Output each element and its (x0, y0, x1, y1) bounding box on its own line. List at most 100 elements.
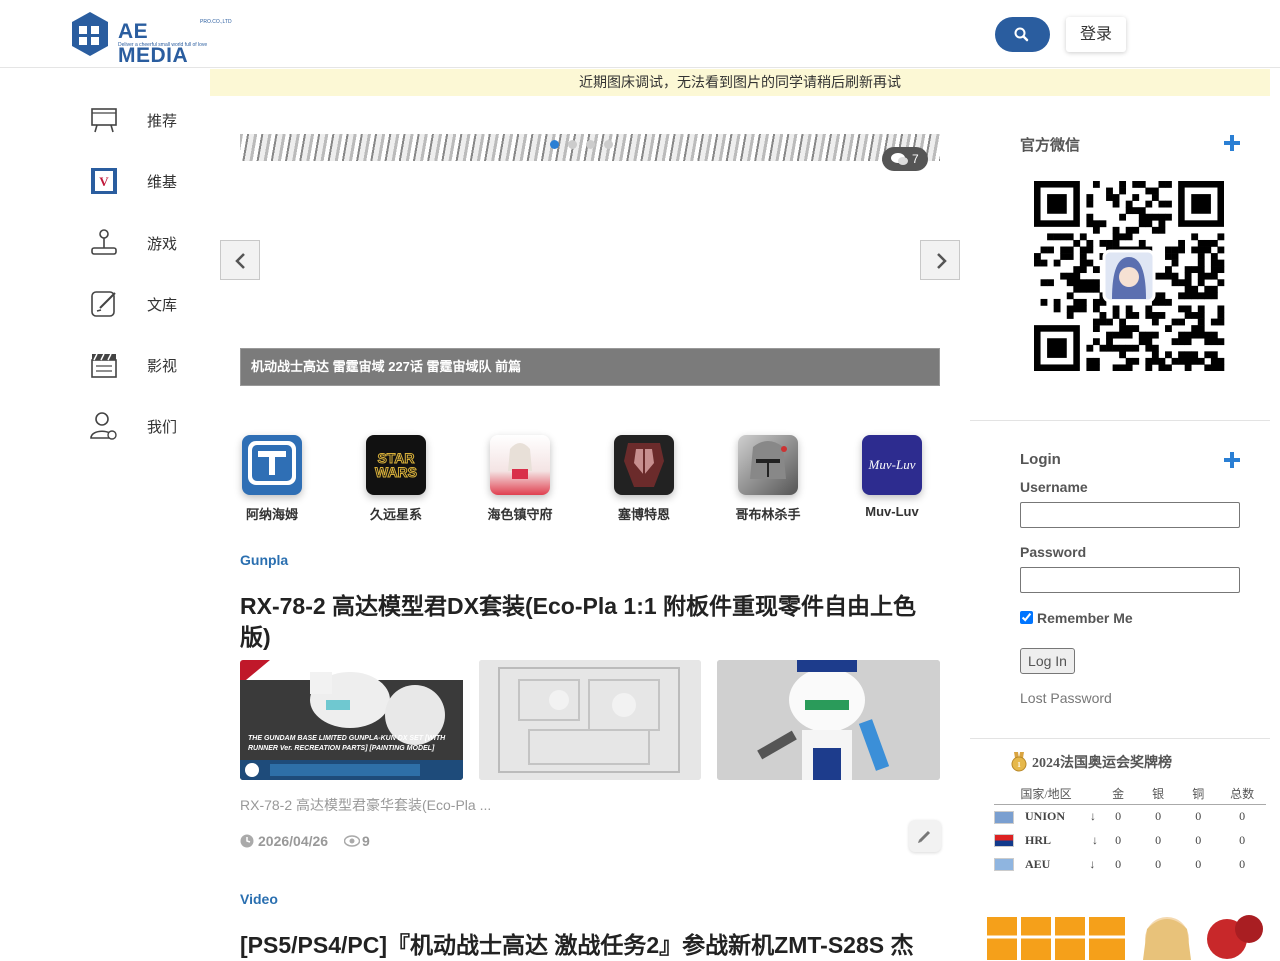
login-button[interactable]: 登录 (1066, 17, 1126, 52)
thumbnail-caption: THE GUNDAM BASE LIMITED GUNPLA-KUN DX SE… (248, 735, 446, 752)
table-row: UNION ↓ 0 0 0 0 (994, 804, 1266, 828)
silver-count: 0 (1155, 832, 1162, 847)
category-label: 久远星系 (369, 507, 422, 522)
medal-table-title-text: 2024法国奥运会奖牌榜 (1032, 756, 1172, 771)
wechat-qr-code (1034, 181, 1226, 371)
country-name: AEU (1025, 856, 1051, 871)
remember-me-checkbox-input[interactable] (1020, 611, 1033, 624)
article-thumbnail[interactable]: THE GUNDAM BASE LIMITED GUNPLA-KUN DX SE… (240, 660, 463, 780)
carousel-dot[interactable] (568, 140, 577, 149)
table-row: HRL ↓ 0 0 0 0 (994, 828, 1266, 852)
widget-divider (970, 738, 1270, 739)
svg-text:V: V (99, 174, 109, 189)
union-flag-icon (994, 810, 1014, 824)
gold-count: 0 (1115, 856, 1122, 871)
search-icon (1014, 27, 1029, 42)
column-header: 银 (1138, 784, 1179, 805)
chevron-left-icon (235, 253, 245, 269)
search-button[interactable] (995, 17, 1050, 52)
featured-carousel[interactable]: 7 机动战士高达 雷霆宙域 227话 雷霆宙域队 前篇 (240, 134, 940, 386)
site-logo[interactable]: AE MEDIA PRO.CO.,LTD Deliver a cheerful … (70, 12, 232, 67)
sidebar-item-library[interactable]: 文库 (88, 283, 208, 323)
bronze-count: 0 (1195, 808, 1202, 823)
edit-button[interactable] (909, 820, 941, 852)
article-title[interactable]: RX-78-2 高达模型君DX套装(Eco-Pla 1:1 附板件重现零件自由上… (240, 591, 940, 653)
gold-count: 0 (1115, 832, 1122, 847)
carousel-dot[interactable] (586, 140, 595, 149)
sidebar-item-about[interactable]: 我们 (88, 405, 208, 445)
clock-icon (240, 834, 254, 848)
carousel-next-button[interactable] (920, 240, 960, 280)
sidebar-item-recommend[interactable]: 推荐 (88, 99, 208, 139)
category-cybertron[interactable]: 塞博特恩 (599, 435, 689, 525)
comment-count: 7 (912, 152, 919, 166)
carousel-dot-active[interactable] (550, 140, 559, 149)
column-header: 金 (1098, 784, 1139, 805)
article-views-count: 9 (362, 833, 370, 849)
aeu-flag-icon (994, 858, 1014, 872)
category-star-wars[interactable]: STAR WARS 久远星系 (351, 435, 441, 525)
article-excerpt: RX-78-2 高达模型君豪华套装(Eco-Pla ... (240, 797, 492, 813)
country-name: UNION (1025, 808, 1066, 823)
svg-text:Muv-Luv: Muv-Luv (868, 457, 916, 472)
country-name: HRL (1025, 832, 1052, 847)
joystick-icon (91, 229, 117, 255)
pencil-icon (918, 830, 931, 843)
category-kancolle[interactable]: 海色镇守府 (475, 435, 565, 525)
sidebar-item-games[interactable]: 游戏 (88, 222, 208, 262)
category-muv-luv[interactable]: Muv-Luv Muv-Luv (847, 435, 937, 525)
kancolle-character-icon (490, 435, 550, 495)
sidebar-item-label: 文库 (147, 297, 178, 314)
article-thumbnail[interactable] (717, 660, 940, 780)
remember-me-label: Remember Me (1037, 610, 1133, 626)
username-input[interactable] (1020, 502, 1240, 528)
svg-text:1: 1 (1017, 761, 1021, 769)
carousel-caption[interactable]: 机动战士高达 雷霆宙域 227话 雷霆宙域队 前篇 (240, 348, 940, 386)
promo-banner[interactable] (987, 909, 1270, 960)
plus-icon[interactable] (1222, 133, 1242, 153)
medal-icon: 1 (1011, 752, 1027, 772)
category-anaheim[interactable]: 阿纳海姆 (227, 435, 317, 525)
category-label: Muv-Luv (865, 504, 919, 519)
goblin-slayer-helmet-icon (738, 435, 798, 495)
category-goblin-slayer[interactable]: 哥布林杀手 (723, 435, 813, 525)
medal-table: 国家/地区 金 银 铜 总数 UNION ↓ 0 0 0 0 HRL ↓ 0 0… (994, 784, 1266, 876)
plus-icon[interactable] (1222, 450, 1242, 470)
bronze-count: 0 (1195, 856, 1202, 871)
sidebar-item-media[interactable]: 影视 (88, 344, 208, 384)
sidebar-item-label: 影视 (147, 358, 178, 375)
password-label: Password (1020, 544, 1087, 560)
star-wars-logo-icon: STAR WARS (366, 435, 426, 495)
article-thumbnail[interactable] (479, 660, 701, 780)
rank-arrow: ↓ (1092, 832, 1099, 847)
carousel-prev-button[interactable] (220, 240, 260, 280)
chevron-right-icon (937, 253, 947, 269)
silver-count: 0 (1155, 856, 1162, 871)
article-category-link[interactable]: Video (240, 891, 278, 907)
login-submit-button[interactable]: Log In (1020, 648, 1075, 674)
lost-password-link[interactable]: Lost Password (1020, 690, 1112, 706)
column-header: 国家/地区 (994, 784, 1099, 805)
table-row: AEU ↓ 0 0 0 0 (994, 852, 1266, 876)
article-title[interactable]: [PS5/PS4/PC]『机动战士高达 激战任务2』参战新机ZMT-S28S 杰 (240, 930, 940, 961)
category-label: 阿纳海姆 (245, 507, 298, 522)
article-category-link[interactable]: Gunpla (240, 552, 288, 568)
sidebar-item-wiki[interactable]: V 维基 (88, 160, 208, 200)
sidebar-item-label: 游戏 (147, 236, 178, 253)
category-label: 塞博特恩 (617, 507, 670, 522)
category-label: 哥布林杀手 (735, 507, 801, 522)
total-count: 0 (1239, 808, 1246, 823)
logo-tag: PRO.CO.,LTD (200, 19, 232, 25)
country-cell: AEU ↓ (994, 852, 1098, 876)
login-widget-title: Login (1020, 451, 1061, 468)
hrl-flag-icon (994, 834, 1014, 848)
medal-table-header: 国家/地区 金 银 铜 总数 (994, 784, 1266, 805)
widget-divider (970, 420, 1270, 421)
easel-icon (91, 108, 117, 133)
password-input[interactable] (1020, 567, 1240, 593)
total-count: 0 (1239, 856, 1246, 871)
site-header: AE MEDIA PRO.CO.,LTD Deliver a cheerful … (0, 0, 1280, 68)
carousel-dot[interactable] (604, 140, 613, 149)
wiki-icon: V (91, 168, 117, 194)
bronze-count: 0 (1195, 832, 1202, 847)
